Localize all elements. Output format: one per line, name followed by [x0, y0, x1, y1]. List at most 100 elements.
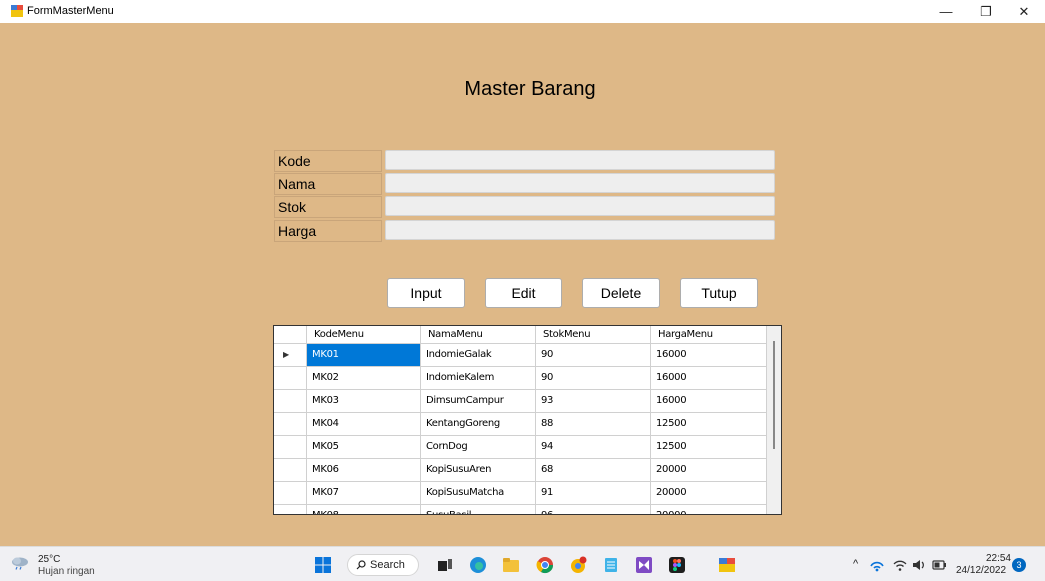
restore-button[interactable]: ❐	[966, 0, 1006, 23]
delete-button[interactable]: Delete	[582, 278, 660, 308]
row-header[interactable]	[274, 436, 307, 459]
weather-description[interactable]: Hujan ringan	[38, 566, 95, 577]
row-header[interactable]	[274, 367, 307, 390]
app-icon	[11, 5, 23, 17]
table-cell[interactable]: 20000	[651, 482, 767, 505]
close-button[interactable]: ✕	[1004, 0, 1044, 23]
clock-date[interactable]: 24/12/2022	[956, 565, 1006, 576]
current-row-indicator[interactable]: ▶	[274, 344, 307, 367]
search-label: Search	[370, 559, 405, 571]
battery-icon[interactable]	[931, 557, 947, 573]
table-cell[interactable]: 20000	[651, 459, 767, 482]
table-row[interactable]: MK05 CornDog 94 12500	[274, 436, 767, 459]
table-cell[interactable]: 96	[536, 505, 651, 514]
table-cell[interactable]: 16000	[651, 344, 767, 367]
table-cell[interactable]: MK01	[307, 344, 421, 367]
row-header[interactable]	[274, 390, 307, 413]
table-row[interactable]: MK06 KopiSusuAren 68 20000	[274, 459, 767, 482]
table-cell[interactable]: MK03	[307, 390, 421, 413]
table-cell[interactable]: 88	[536, 413, 651, 436]
table-cell[interactable]: 16000	[651, 367, 767, 390]
figma-icon[interactable]	[668, 556, 686, 574]
clock-time[interactable]: 22:54	[975, 553, 1011, 564]
menu-data-grid[interactable]: KodeMenu NamaMenu StokMenu HargaMenu ▶ M…	[273, 325, 782, 515]
row-header[interactable]	[274, 482, 307, 505]
minimize-button[interactable]: —	[926, 0, 966, 23]
table-cell[interactable]: IndomieKalem	[421, 367, 536, 390]
stok-input[interactable]	[385, 196, 775, 216]
form-title: Master Barang	[464, 78, 596, 100]
table-cell[interactable]: DimsumCampur	[421, 390, 536, 413]
table-cell[interactable]: 90	[536, 344, 651, 367]
table-cell[interactable]: 20000	[651, 505, 767, 514]
table-cell[interactable]: KopiSusuMatcha	[421, 482, 536, 505]
kode-label: Kode	[274, 150, 382, 172]
tray-overflow-chevron[interactable]: ^	[853, 558, 858, 570]
table-cell[interactable]: 12500	[651, 413, 767, 436]
table-cell[interactable]: MK08	[307, 505, 421, 514]
table-cell[interactable]: MK05	[307, 436, 421, 459]
kode-input[interactable]	[385, 150, 775, 170]
row-header[interactable]	[274, 505, 307, 514]
row-header[interactable]	[274, 459, 307, 482]
table-row[interactable]: MK04 KentangGoreng 88 12500	[274, 413, 767, 436]
table-cell[interactable]: 68	[536, 459, 651, 482]
table-row[interactable]: MK03 DimsumCampur 93 16000	[274, 390, 767, 413]
nama-label: Nama	[274, 173, 382, 195]
file-explorer-icon[interactable]	[502, 556, 520, 574]
table-cell[interactable]: 90	[536, 367, 651, 390]
task-view-icon[interactable]	[436, 556, 454, 574]
column-header-stokmenu[interactable]: StokMenu	[536, 326, 651, 344]
table-row[interactable]: MK02 IndomieKalem 90 16000	[274, 367, 767, 390]
grid-body: KodeMenu NamaMenu StokMenu HargaMenu ▶ M…	[274, 326, 767, 514]
chrome-icon[interactable]	[536, 556, 554, 574]
visual-studio-icon[interactable]	[635, 556, 653, 574]
table-cell[interactable]: 16000	[651, 390, 767, 413]
table-row[interactable]: ▶ MK01 IndomieGalak 90 16000	[274, 344, 767, 367]
row-header[interactable]	[274, 413, 307, 436]
table-cell[interactable]: MK06	[307, 459, 421, 482]
column-header-hargamenu[interactable]: HargaMenu	[651, 326, 767, 344]
table-row[interactable]: MK07 KopiSusuMatcha 91 20000	[274, 482, 767, 505]
table-cell[interactable]: 93	[536, 390, 651, 413]
stok-label: Stok	[274, 196, 382, 218]
harga-input[interactable]	[385, 220, 775, 240]
notepad-icon[interactable]	[602, 556, 620, 574]
network-icon[interactable]	[869, 557, 885, 573]
column-header-namamenu[interactable]: NamaMenu	[421, 326, 536, 344]
column-header-kodemenu[interactable]: KodeMenu	[307, 326, 421, 344]
harga-label: Harga	[274, 220, 382, 242]
chrome-canary-icon[interactable]	[569, 556, 587, 574]
scrollbar-thumb[interactable]	[773, 341, 775, 449]
edit-button[interactable]: Edit	[485, 278, 562, 308]
window-title: FormMasterMenu	[27, 5, 114, 17]
tutup-button[interactable]: Tutup	[680, 278, 758, 308]
weather-temperature[interactable]: 25°C	[38, 554, 60, 565]
table-cell[interactable]: MK07	[307, 482, 421, 505]
form-app-taskbar-icon[interactable]	[718, 556, 736, 574]
search-icon	[356, 560, 366, 570]
table-cell[interactable]: CornDog	[421, 436, 536, 459]
notification-badge[interactable]: 3	[1012, 558, 1026, 572]
taskbar-search[interactable]: Search	[347, 554, 419, 576]
table-cell[interactable]: 91	[536, 482, 651, 505]
grid-header: KodeMenu NamaMenu StokMenu HargaMenu	[274, 326, 767, 344]
taskbar: 25°C Hujan ringan Search ^ 22:54 24/12/2…	[0, 546, 1045, 581]
table-cell[interactable]: 94	[536, 436, 651, 459]
table-cell[interactable]: SusuBasil	[421, 505, 536, 514]
windows-start-icon[interactable]	[314, 556, 332, 574]
table-cell[interactable]: MK02	[307, 367, 421, 390]
table-cell[interactable]: 12500	[651, 436, 767, 459]
edge-browser-icon[interactable]	[469, 556, 487, 574]
nama-input[interactable]	[385, 173, 775, 193]
table-cell[interactable]: KopiSusuAren	[421, 459, 536, 482]
rain-cloud-icon[interactable]	[11, 556, 29, 570]
input-button[interactable]: Input	[387, 278, 465, 308]
table-cell[interactable]: KentangGoreng	[421, 413, 536, 436]
table-cell[interactable]: MK04	[307, 413, 421, 436]
volume-icon[interactable]	[911, 557, 927, 573]
table-row[interactable]: MK08 SusuBasil 96 20000	[274, 505, 767, 514]
wifi-icon[interactable]	[892, 557, 908, 573]
table-cell[interactable]: IndomieGalak	[421, 344, 536, 367]
grid-vertical-scrollbar[interactable]	[767, 326, 781, 514]
